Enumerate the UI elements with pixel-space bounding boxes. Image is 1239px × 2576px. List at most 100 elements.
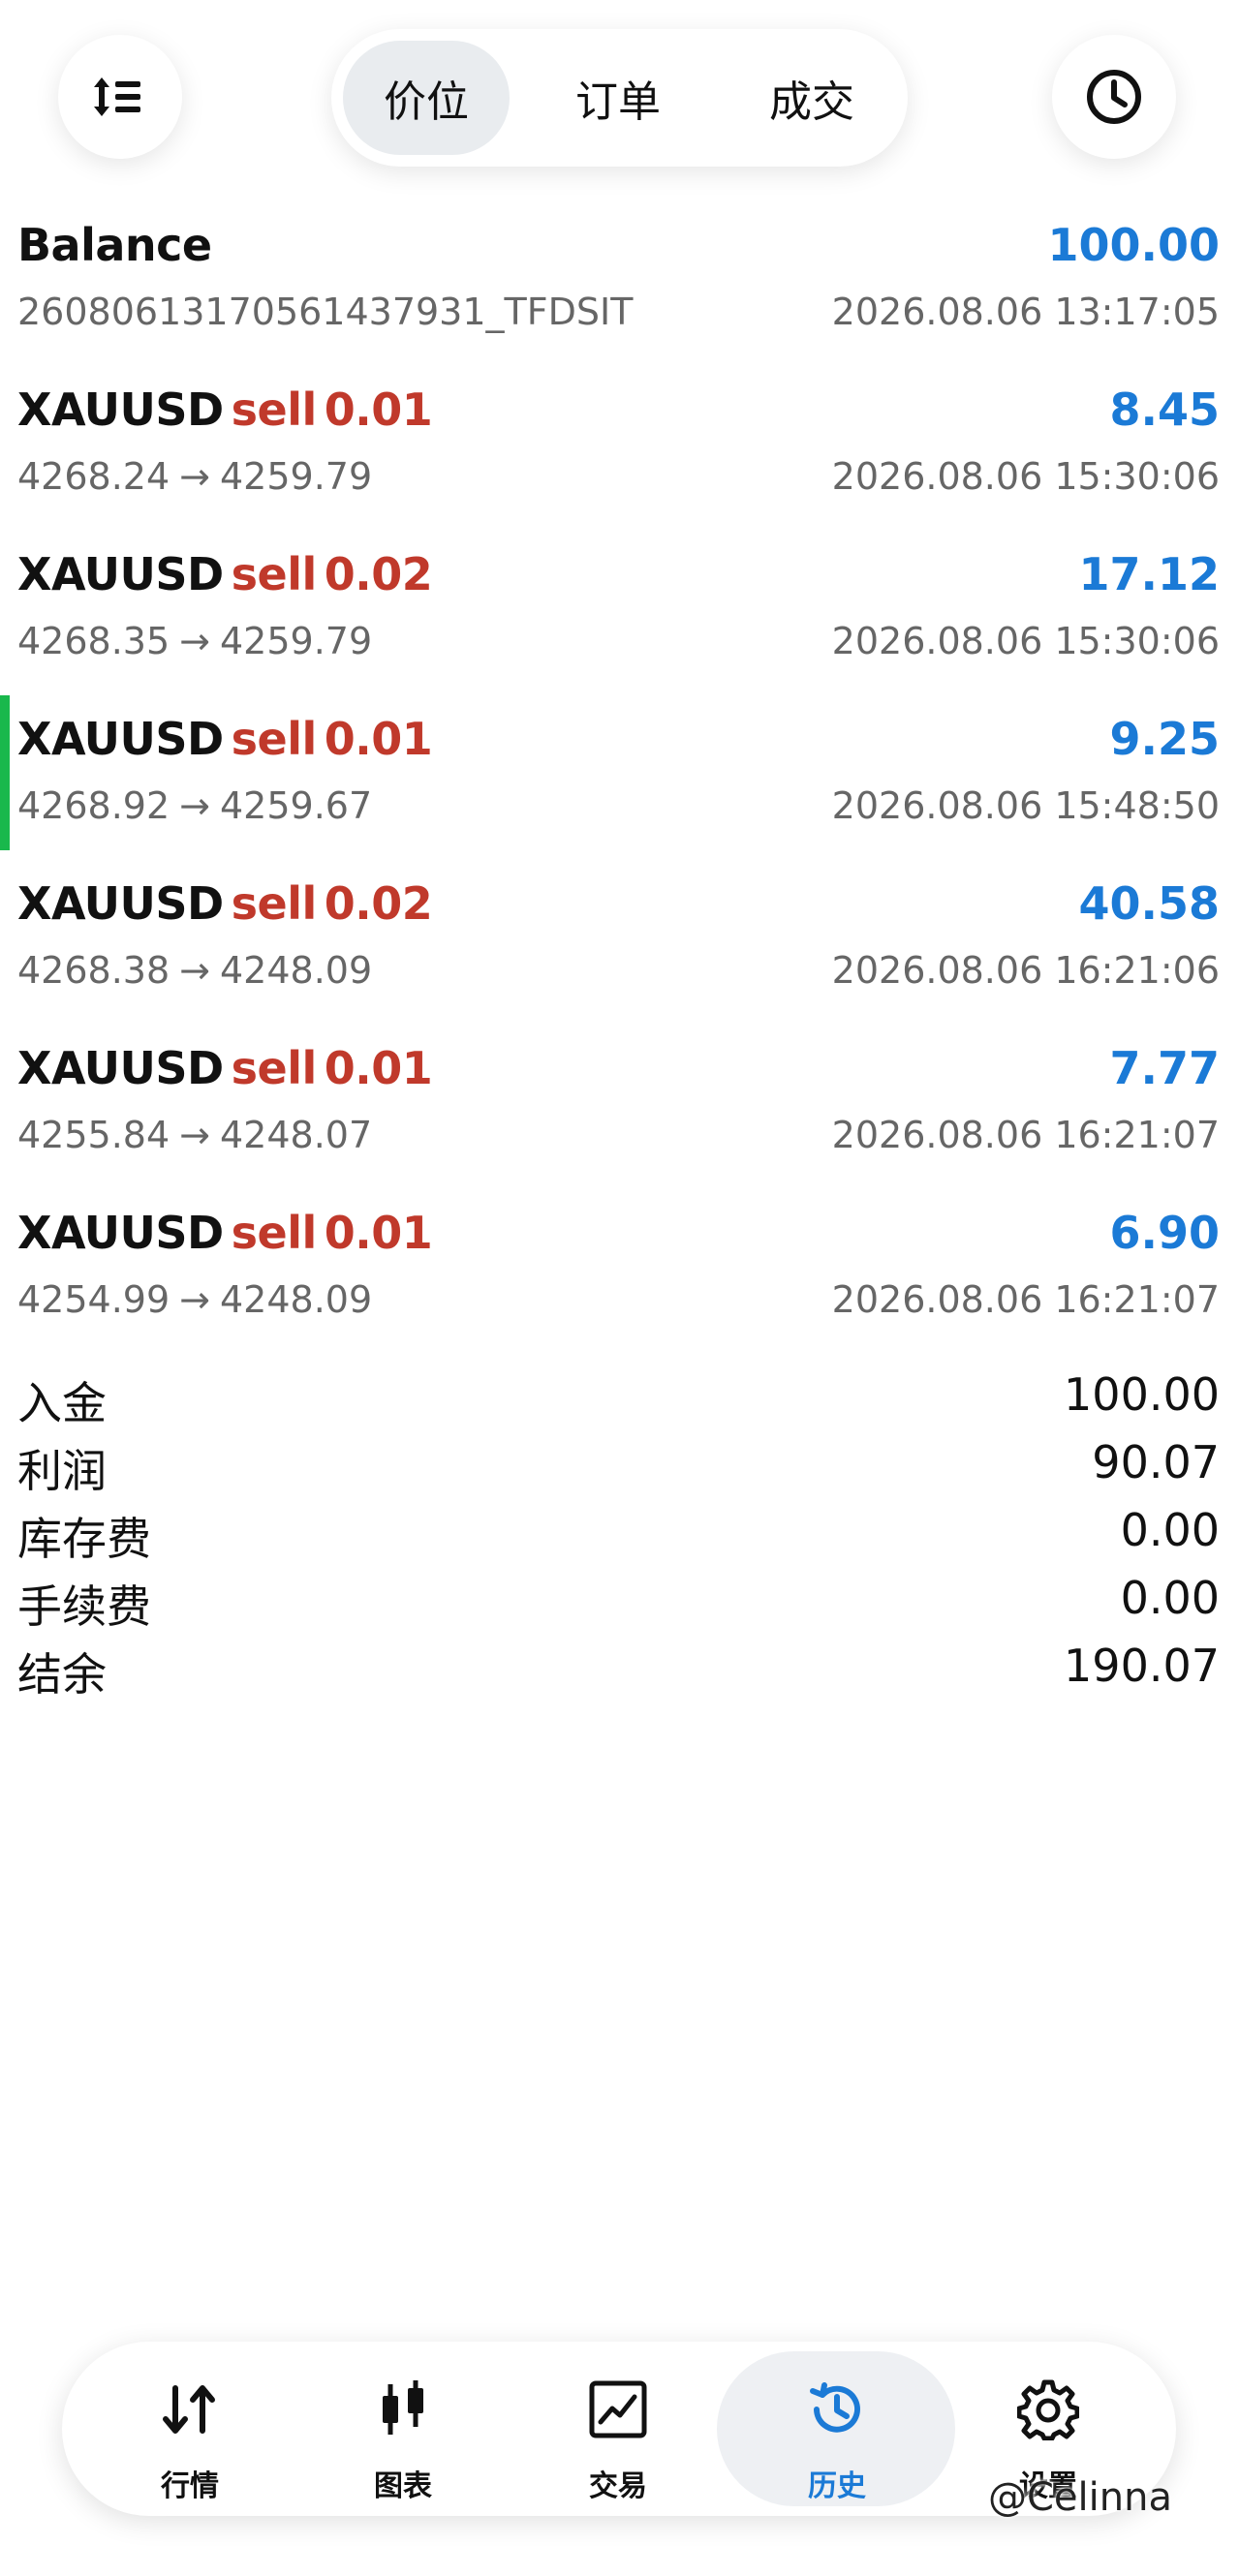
deal-title: XAUUSD sell 0.01 [17,1207,433,1259]
deal-row[interactable]: XAUUSD sell 0.02 17.12 4268.35 → 4259.79 202… [0,523,1239,688]
arrow-right-icon: → [179,784,210,827]
open-price: 4268.35 [17,620,170,662]
deal-symbol: XAUUSD [17,877,224,930]
arrow-right-icon: → [179,455,210,498]
arrow-right-icon: → [179,1278,210,1321]
tab-orders[interactable]: 订单 [535,41,701,155]
deal-time: 2026.08.06 16:21:07 [831,1114,1220,1156]
nav-charts[interactable]: 图表 [306,2342,500,2516]
nav-label: 交易 [589,2469,647,2503]
deal-volume: 0.02 [324,877,433,930]
period-button[interactable] [1052,35,1176,159]
deal-volume: 0.01 [324,1207,433,1259]
open-price: 4268.92 [17,784,170,827]
nav-quotes[interactable]: 行情 [93,2342,287,2516]
deal-side: sell [231,1207,318,1259]
deal-side: sell [231,877,318,930]
deal-title: XAUUSD sell 0.01 [17,383,433,436]
summary-swap: 库存费 0.00 [0,1496,1239,1565]
deal-row[interactable]: XAUUSD sell 0.01 7.77 4255.84 → 4248.07 2026… [0,1017,1239,1181]
deal-title: XAUUSD sell 0.01 [17,1042,433,1094]
nav-trade[interactable]: 交易 [521,2342,715,2516]
tab-segmented-control: 价位 订单 成交 [331,29,908,167]
summary-label: 库存费 [17,1513,151,1565]
top-bar: 价位 订单 成交 [0,0,1239,194]
deal-side: sell [231,1042,318,1094]
open-price: 4268.38 [17,949,170,992]
summary-deposit: 入金 100.00 [0,1361,1239,1429]
summary-value: 0.00 [1120,1572,1220,1624]
deal-prices: 4268.24 → 4259.79 [17,455,372,498]
open-price: 4255.84 [17,1114,170,1156]
clock-icon [1084,67,1144,127]
deal-title: XAUUSD sell 0.02 [17,877,433,930]
nav-label: 图表 [374,2469,432,2503]
summary-label: 利润 [17,1445,107,1497]
deal-title: XAUUSD sell 0.02 [17,548,433,600]
history-clock-icon [802,2375,872,2444]
balance-row[interactable]: Balance 100.00 26080613170561437931_TFDS… [0,194,1239,358]
close-price: 4259.67 [219,784,373,827]
deal-time: 2026.08.06 15:30:06 [831,455,1220,498]
close-price: 4248.07 [219,1114,373,1156]
deal-volume: 0.01 [324,383,433,436]
deal-profit: 7.77 [1109,1042,1221,1094]
deal-row-selected[interactable]: XAUUSD sell 0.01 9.25 4268.92 → 4259.67 2026… [0,688,1239,852]
deal-volume: 0.01 [324,1042,433,1094]
arrow-right-icon: → [179,620,210,662]
summary-commission: 手续费 0.00 [0,1564,1239,1633]
deal-side: sell [231,383,318,436]
nav-label: 行情 [161,2469,219,2503]
summary-value: 100.00 [1064,1368,1220,1421]
deal-prices: 4268.38 → 4248.09 [17,949,372,992]
summary-value: 90.07 [1092,1436,1220,1488]
deal-title: XAUUSD sell 0.01 [17,713,433,765]
summary-value: 0.00 [1120,1504,1220,1556]
tab-price[interactable]: 价位 [343,41,510,155]
deal-volume: 0.01 [324,713,433,765]
tab-deals[interactable]: 成交 [728,41,895,155]
summary-profit: 利润 90.07 [0,1428,1239,1497]
deal-side: sell [231,713,318,765]
balance-time: 2026.08.06 13:17:05 [831,291,1220,333]
quotes-arrows-icon [155,2375,225,2444]
deal-symbol: XAUUSD [17,713,224,765]
summary-value: 190.07 [1064,1640,1220,1692]
close-price: 4259.79 [219,620,373,662]
deal-row[interactable]: XAUUSD sell 0.02 40.58 4268.38 → 4248.09 202… [0,852,1239,1017]
deal-time: 2026.08.06 16:21:07 [831,1278,1220,1321]
deal-profit: 17.12 [1078,548,1220,600]
deal-prices: 4255.84 → 4248.07 [17,1114,372,1156]
watermark: @Celinna [988,2475,1172,2520]
deal-time: 2026.08.06 15:48:50 [831,784,1220,827]
deal-time: 2026.08.06 15:30:06 [831,620,1220,662]
deal-profit: 9.25 [1109,713,1221,765]
close-price: 4248.09 [219,1278,373,1321]
summary-label: 手续费 [17,1580,151,1633]
deal-symbol: XAUUSD [17,383,224,436]
deal-prices: 4254.99 → 4248.09 [17,1278,372,1321]
candlestick-chart-icon [368,2375,438,2444]
arrow-right-icon: → [179,949,210,992]
sort-button[interactable] [58,35,182,159]
summary-balance: 结余 190.07 [0,1632,1239,1701]
deal-prices: 4268.92 → 4259.67 [17,784,372,827]
trade-chart-icon [583,2375,653,2444]
summary-label: 结余 [17,1648,107,1701]
deal-profit: 6.90 [1109,1207,1221,1259]
deal-row[interactable]: XAUUSD sell 0.01 8.45 4268.24 → 4259.79 2026… [0,358,1239,523]
open-price: 4254.99 [17,1278,170,1321]
sort-icon [92,74,148,120]
summary-label: 入金 [17,1377,107,1429]
deal-symbol: XAUUSD [17,1207,224,1259]
close-price: 4248.09 [219,949,373,992]
close-price: 4259.79 [219,455,373,498]
deal-side: sell [231,548,318,600]
nav-history[interactable]: 历史 [740,2342,934,2516]
balance-amount: 100.00 [1047,219,1220,271]
nav-label: 历史 [808,2469,866,2503]
open-price: 4268.24 [17,455,170,498]
deal-volume: 0.02 [324,548,433,600]
deal-row[interactable]: XAUUSD sell 0.01 6.90 4254.99 → 4248.09 2026… [0,1181,1239,1346]
deal-prices: 4268.35 → 4259.79 [17,620,372,662]
